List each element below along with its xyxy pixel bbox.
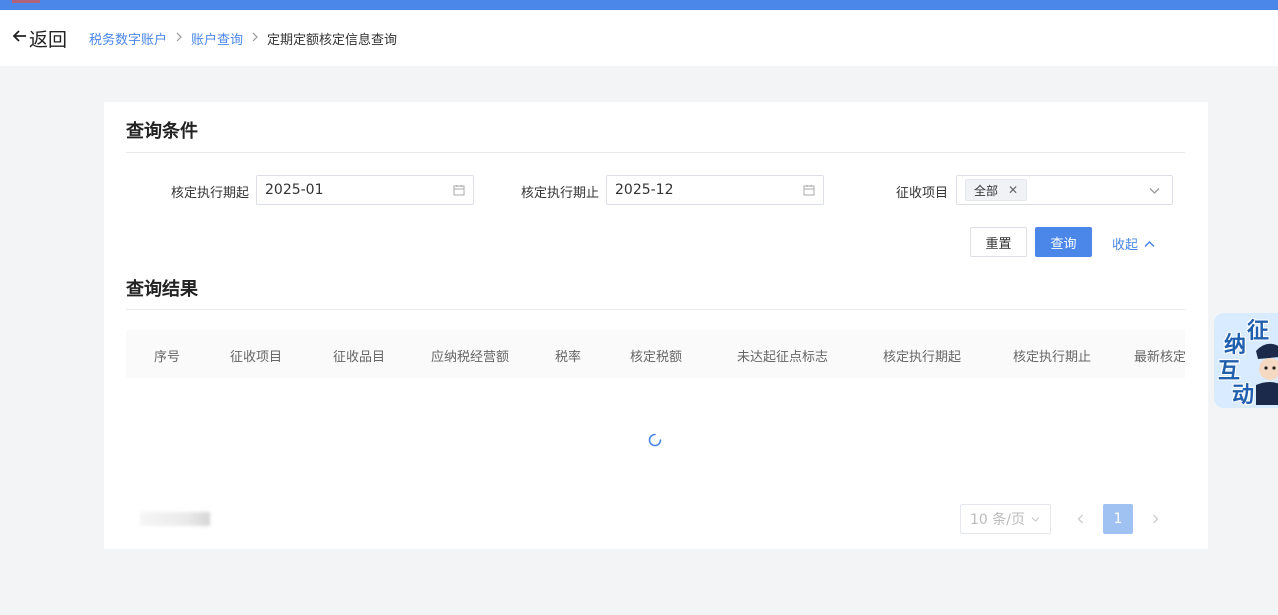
chevron-right-icon: [176, 31, 182, 45]
column-header: 征收品目: [333, 350, 386, 365]
chevron-right-icon: [252, 31, 258, 45]
reset-button[interactable]: 重置: [970, 227, 1027, 257]
page-size-select[interactable]: 10 条/页: [960, 504, 1051, 534]
column-header: 最新核定: [1134, 350, 1185, 365]
chevron-right-icon: [1152, 514, 1158, 524]
column-header: 未达起征点标志: [737, 350, 829, 365]
top-bar-mark: [12, 0, 40, 3]
mascot-icon: [1256, 343, 1278, 405]
start-period-value: 2025-01: [265, 182, 324, 198]
divider: [126, 152, 1185, 153]
start-period-input[interactable]: 2025-01: [256, 175, 474, 205]
page-size-value: 10 条/页: [970, 512, 1025, 528]
selected-tag: 全部 ✕: [965, 179, 1028, 201]
close-icon[interactable]: ✕: [1008, 183, 1018, 197]
back-arrow-icon: [12, 28, 27, 48]
breadcrumb-item-current: 定期定额核定信息查询: [267, 32, 398, 48]
collapse-toggle[interactable]: 收起: [1112, 234, 1155, 253]
collection-item-select[interactable]: 全部 ✕: [956, 175, 1173, 205]
top-accent-bar: [0, 0, 1278, 10]
chevron-down-icon: [1149, 188, 1160, 194]
total-count-text: [140, 512, 210, 526]
back-button[interactable]: 返回: [12, 25, 67, 52]
start-period-label: 核定执行期起: [171, 186, 250, 201]
main-card: 查询条件 核定执行期起 2025-01 核定执行期止 2025-12 征收项目 …: [104, 102, 1208, 549]
result-section-title: 查询结果: [126, 279, 198, 300]
column-header: 应纳税经营额: [431, 350, 510, 365]
breadcrumb-item-account-query[interactable]: 账户查询: [191, 29, 243, 48]
query-button[interactable]: 查询: [1035, 227, 1092, 257]
divider: [126, 309, 1185, 310]
breadcrumb: 税务数字账户 账户查询 定期定额核定信息查询: [89, 29, 397, 48]
chevron-down-icon: [1031, 517, 1040, 522]
breadcrumb-item-tax-account[interactable]: 税务数字账户: [89, 29, 167, 48]
end-period-value: 2025-12: [615, 182, 674, 198]
back-label: 返回: [29, 28, 68, 51]
interaction-widget[interactable]: 征 纳 互 动: [1214, 313, 1278, 408]
calendar-icon: [803, 185, 815, 196]
calendar-icon: [453, 185, 465, 196]
selected-tag-label: 全部: [974, 183, 999, 198]
chevron-left-icon: [1077, 514, 1083, 524]
end-period-label: 核定执行期止: [521, 186, 600, 201]
end-period-input[interactable]: 2025-12: [606, 175, 824, 205]
loading-spinner-icon: [648, 433, 662, 447]
widget-char: 动: [1232, 383, 1255, 408]
page-number-current[interactable]: 1: [1103, 504, 1133, 534]
column-header: 税率: [555, 350, 582, 365]
collection-item-label: 征收项目: [896, 186, 949, 201]
column-header: 核定执行期止: [1013, 350, 1092, 365]
collapse-label: 收起: [1112, 238, 1139, 253]
query-section-title: 查询条件: [126, 121, 198, 142]
prev-page-button[interactable]: [1065, 504, 1095, 534]
column-header: 核定执行期起: [883, 350, 962, 365]
column-header: 征收项目: [230, 350, 283, 365]
column-header: 序号: [154, 350, 181, 365]
table-header: 序号 征收项目 征收品目 应纳税经营额 税率 核定税额 未达起征点标志 核定执行…: [126, 330, 1185, 378]
next-page-button[interactable]: [1140, 504, 1170, 534]
chevron-up-icon: [1144, 240, 1155, 247]
column-header: 核定税额: [630, 350, 683, 365]
page-header: 返回 税务数字账户 账户查询 定期定额核定信息查询: [0, 10, 1278, 66]
